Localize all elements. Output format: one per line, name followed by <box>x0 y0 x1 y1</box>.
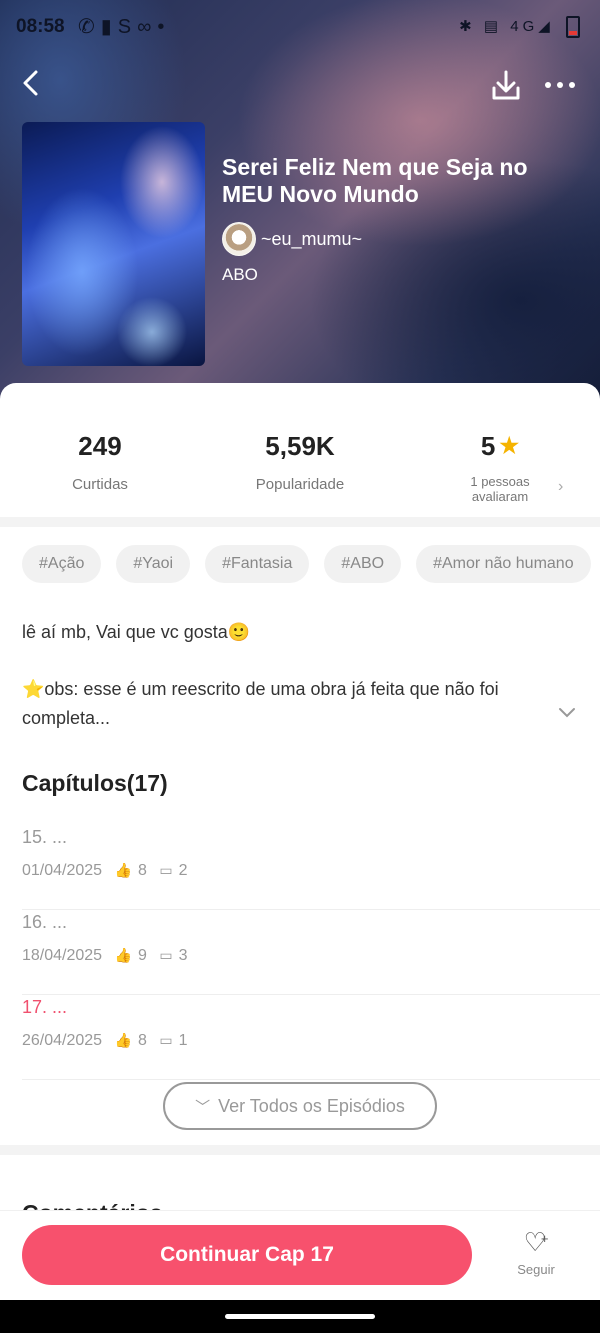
book-title: Serei Feliz Nem que Seja no MEU Novo Mun… <box>222 154 528 207</box>
chapter-title: 15. ... <box>22 827 68 847</box>
chapter-row[interactable]: 16. ... 18/04/2025 👍 9 ▭ 3 <box>22 908 600 995</box>
chapter-row[interactable]: 15. ... 01/04/2025 👍 8 ▭ 2 <box>22 823 600 910</box>
chapter-likes: 8 <box>137 1032 147 1049</box>
chevron-left-icon <box>23 70 38 96</box>
whatsapp-icon: ✆ <box>78 16 101 38</box>
synopsis: lê aí mb, Vai que vc gosta🙂 ⭐obs: esse é… <box>22 618 562 733</box>
book-cover-image <box>22 122 205 366</box>
status-system-icons: ✱ ▤ 4G◢ <box>459 16 580 38</box>
tag-list: #Ação #Yaoi #Fantasia #ABO #Amor não humano <box>22 545 600 583</box>
chapter-comments: 3 <box>178 947 188 964</box>
likes-count: 249 <box>78 431 122 461</box>
download-button[interactable] <box>490 68 522 102</box>
book-category: ABO <box>222 265 258 284</box>
status-notification-icons: ✆▮S∞• <box>78 14 170 39</box>
chapter-comments: 1 <box>178 1032 188 1049</box>
chapter-date: 26/04/2025 <box>22 1032 103 1049</box>
chapters-heading: Capítulos(17) <box>22 770 168 796</box>
chevron-right-icon[interactable]: › <box>558 478 563 496</box>
chapter-title: 16. ... <box>22 912 68 932</box>
status-bar: 08:58 ✆▮S∞• ✱ ▤ 4G◢ <box>0 8 600 48</box>
tag-chip[interactable]: #ABO <box>324 545 402 583</box>
chapter-date: 01/04/2025 <box>22 862 103 879</box>
see-all-label: Ver Todos os Episódios <box>218 1096 405 1116</box>
chapter-row-current[interactable]: 17. ... 26/04/2025 👍 8 ▭ 1 <box>22 993 600 1080</box>
synopsis-line: completa... <box>22 708 111 728</box>
chapter-comments: 2 <box>178 862 188 879</box>
tag-chip[interactable]: #Yaoi <box>116 545 191 583</box>
status-time: 08:58 <box>16 16 65 37</box>
plus-icon: + <box>540 1231 549 1246</box>
more-horizontal-icon <box>545 82 575 88</box>
follow-label: Seguir <box>517 1262 555 1277</box>
chevron-down-icon <box>559 708 575 718</box>
section-divider <box>0 517 600 527</box>
dot-icon: • <box>157 16 171 38</box>
s-app-icon: S <box>117 16 138 38</box>
tag-chip[interactable]: #Amor não humano <box>416 545 591 583</box>
thumbs-up-icon: 👍 <box>114 947 132 963</box>
continue-reading-button[interactable]: Continuar Cap 17 <box>22 1225 472 1285</box>
chevron-down-icon: ﹀ <box>195 1099 211 1116</box>
home-gesture-handle[interactable] <box>225 1314 375 1319</box>
network-type-label: 4G <box>510 17 539 35</box>
follow-button[interactable]: ♡+ Seguir <box>505 1228 567 1277</box>
rating-count-label: 1 pessoas <box>470 474 530 489</box>
author-name[interactable]: ~eu_mumu~ <box>261 229 362 250</box>
thumbs-up-icon: 👍 <box>114 1032 132 1048</box>
popularity-count: 5,59K <box>265 431 335 461</box>
see-all-episodes-button[interactable]: ﹀ Ver Todos os Episódios <box>163 1082 437 1130</box>
tag-chip[interactable]: #Fantasia <box>205 545 310 583</box>
back-button[interactable] <box>18 68 44 106</box>
synopsis-line: lê aí mb, Vai que vc gosta🙂 <box>22 622 251 642</box>
tag-chip[interactable]: #Ação <box>22 545 102 583</box>
download-icon <box>492 70 520 100</box>
comment-icon: ▭ <box>159 947 173 963</box>
thumbs-up-icon: 👍 <box>114 862 132 878</box>
chapter-date: 18/04/2025 <box>22 947 103 964</box>
stat-likes: 249 Curtidas <box>0 431 200 493</box>
bluetooth-icon: ✱ <box>459 17 476 35</box>
likes-label: Curtidas <box>72 476 128 493</box>
comment-icon: ▭ <box>159 862 173 878</box>
volte-icon: ▤ <box>483 17 503 35</box>
section-divider <box>0 1145 600 1155</box>
star-icon: ★ <box>499 433 520 458</box>
rating-value: 5 <box>480 431 496 461</box>
4g-signal-icon: 4G◢ <box>510 17 554 35</box>
more-button[interactable] <box>544 68 576 110</box>
chapter-title: 17. ... <box>22 997 68 1017</box>
voicemail-icon: ∞ <box>137 16 158 38</box>
synopsis-line: ⭐obs: esse é um reescrito de uma obra já… <box>22 679 499 699</box>
stat-popularity: 5,59K Popularidade <box>200 431 400 493</box>
stat-rating[interactable]: 5 ★ 1 pessoas avaliaram <box>400 431 600 504</box>
sim-icon: ▮ <box>100 16 118 38</box>
rating-count-label-2: avaliaram <box>471 489 529 504</box>
popularity-label: Popularidade <box>255 476 345 493</box>
chapter-likes: 9 <box>137 947 147 964</box>
chapter-likes: 8 <box>137 862 147 879</box>
battery-low-icon <box>566 16 580 38</box>
author-avatar[interactable] <box>222 222 256 256</box>
expand-synopsis-button[interactable] <box>558 702 576 723</box>
comment-icon: ▭ <box>159 1032 173 1048</box>
